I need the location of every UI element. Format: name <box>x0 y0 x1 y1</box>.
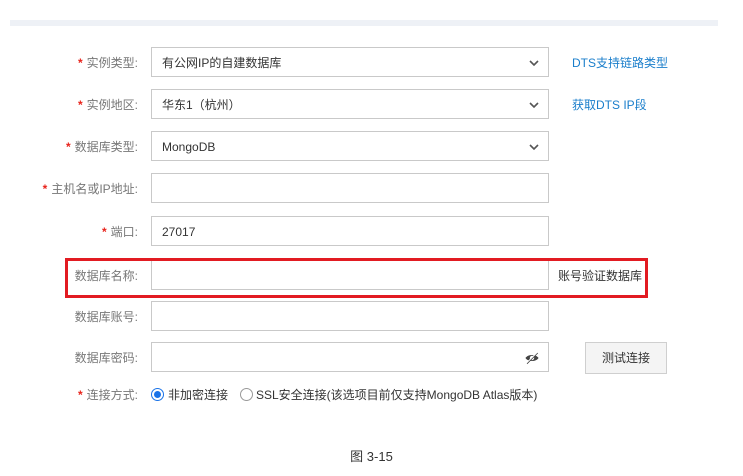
port-input[interactable]: 27017 <box>151 216 549 246</box>
radio-non-encrypted-label[interactable]: 非加密连接 <box>168 379 228 411</box>
dts-link-types-link[interactable]: DTS支持链路类型 <box>572 47 668 79</box>
db-password-input[interactable] <box>151 342 549 372</box>
radio-ssl-label[interactable]: SSL安全连接(该选项目前仅支持MongoDB Atlas版本) <box>256 379 537 411</box>
port-value: 27017 <box>162 225 196 239</box>
get-dts-ip-link[interactable]: 获取DTS IP段 <box>572 89 647 121</box>
radio-ssl[interactable] <box>240 388 253 401</box>
top-divider <box>10 20 718 26</box>
connection-label: * 连接方式: <box>77 388 138 402</box>
instance-region-value: 华东1（杭州） <box>162 98 241 112</box>
instance-type-label: * 实例类型: <box>77 56 138 70</box>
row-instance-type: * 实例类型: 有公网IP的自建数据库 DTS支持链路类型 <box>0 47 743 79</box>
test-connection-button[interactable]: 测试连接 <box>585 342 667 374</box>
row-instance-region: * 实例地区: 华东1（杭州） 获取DTS IP段 <box>0 89 743 121</box>
row-host: * 主机名或IP地址: <box>0 173 743 205</box>
chevron-down-icon <box>529 144 539 151</box>
db-password-label: 数据库密码: <box>74 351 138 365</box>
host-input[interactable] <box>151 173 549 203</box>
instance-region-label: * 实例地区: <box>77 98 138 112</box>
port-label: * 端口: <box>101 225 138 239</box>
row-connection: * 连接方式: 非加密连接 SSL安全连接(该选项目前仅支持MongoDB Atl… <box>0 379 743 411</box>
db-account-input[interactable] <box>151 301 549 331</box>
instance-type-value: 有公网IP的自建数据库 <box>162 56 282 70</box>
chevron-down-icon <box>529 60 539 67</box>
row-db-type: * 数据库类型: MongoDB <box>0 131 743 163</box>
db-type-label: * 数据库类型: <box>65 140 138 154</box>
figure-caption: 图 3-15 <box>350 449 393 464</box>
db-account-label: 数据库账号: <box>74 310 138 324</box>
eye-hidden-icon[interactable] <box>524 350 540 366</box>
instance-type-select[interactable]: 有公网IP的自建数据库 <box>151 47 549 77</box>
chevron-down-icon <box>529 102 539 109</box>
highlight-box <box>65 258 648 298</box>
radio-non-encrypted[interactable] <box>151 388 164 401</box>
db-type-value: MongoDB <box>162 140 216 154</box>
db-type-select[interactable]: MongoDB <box>151 131 549 161</box>
row-port: * 端口: 27017 <box>0 216 743 248</box>
row-db-account: 数据库账号: <box>0 301 743 333</box>
host-label: * 主机名或IP地址: <box>42 182 138 196</box>
instance-region-select[interactable]: 华东1（杭州） <box>151 89 549 119</box>
